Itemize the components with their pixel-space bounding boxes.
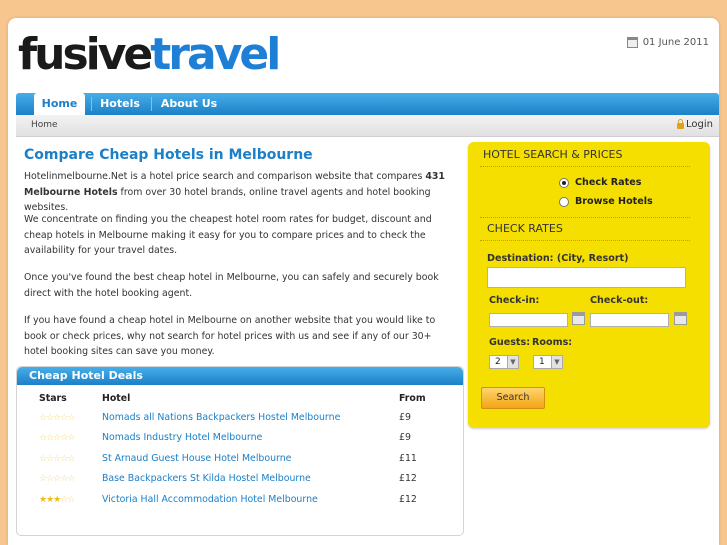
check-rates-title: CHECK RATES — [487, 222, 563, 235]
calendar-icon — [626, 37, 638, 48]
main-content: Compare Cheap Hotels in Melbourne Hoteli… — [24, 147, 456, 357]
divider — [480, 166, 690, 167]
chevron-down-icon: ▼ — [551, 356, 562, 368]
breadcrumb-bar: Home Login — [16, 115, 719, 137]
date-text: 01 June 2011 — [642, 37, 709, 48]
guests-select[interactable]: 2 ▼ — [489, 355, 519, 369]
column-header-stars: Stars — [39, 392, 67, 404]
star-icon: ★★★☆☆ — [39, 494, 75, 505]
star-icon: ☆☆☆☆☆ — [39, 433, 75, 444]
star-icon: ☆☆☆☆☆ — [39, 412, 75, 423]
column-header-from: From — [399, 392, 426, 404]
radio-browse-hotels[interactable]: Browse Hotels — [559, 196, 653, 207]
deals-title: Cheap Hotel Deals — [17, 367, 463, 385]
star-icon: ☆☆☆☆☆ — [39, 474, 75, 485]
chevron-down-icon: ▼ — [507, 356, 518, 368]
intro-text-a: Hotelinmelbourne.Net is a hotel price se… — [24, 171, 426, 182]
radio-unselected-icon[interactable] — [559, 196, 569, 207]
rooms-select[interactable]: 1 ▼ — [533, 355, 563, 369]
star-rating: ★★★☆☆ — [39, 489, 102, 510]
nav-about-us[interactable]: About Us — [159, 93, 219, 115]
star-rating: ☆☆☆☆☆ — [39, 448, 102, 469]
guests-label: Guests: — [489, 337, 531, 348]
destination-label: Destination: (City, Resort) — [487, 253, 629, 264]
nav-divider — [151, 97, 152, 111]
checkin-calendar-icon[interactable] — [572, 312, 585, 325]
hotel-link[interactable]: Base Backpackers St Kilda Hostel Melbour… — [102, 469, 399, 490]
intro-paragraph: Hotelinmelbourne.Net is a hotel price se… — [24, 169, 456, 216]
hotel-link[interactable]: St Arnaud Guest House Hotel Melbourne — [102, 448, 399, 469]
logo-text-part2: travel — [150, 29, 281, 80]
checkin-input[interactable] — [489, 313, 568, 327]
guests-value: 2 — [495, 357, 501, 367]
table-row: ★★★☆☆ Victoria Hall Accommodation Hotel M… — [39, 489, 439, 510]
hotel-link[interactable]: Nomads Industry Hotel Melbourne — [102, 428, 399, 449]
hotel-link[interactable]: Victoria Hall Accommodation Hotel Melbou… — [102, 489, 399, 510]
breadcrumb[interactable]: Home — [31, 120, 58, 130]
table-row: ☆☆☆☆☆ Nomads all Nations Backpackers Host… — [39, 407, 439, 428]
checkout-calendar-icon[interactable] — [674, 312, 687, 325]
hotel-price: £9 — [399, 432, 411, 444]
hotel-link[interactable]: Nomads all Nations Backpackers Hostel Me… — [102, 407, 399, 428]
login-link[interactable]: Login — [677, 119, 713, 130]
star-rating: ☆☆☆☆☆ — [39, 469, 102, 490]
destination-input[interactable] — [487, 267, 686, 288]
nav-hotels[interactable]: Hotels — [95, 93, 145, 115]
table-row: ☆☆☆☆☆ St Arnaud Guest House Hotel Melbour… — [39, 448, 439, 469]
divider — [480, 240, 690, 241]
radio-check-rates-label: Check Rates — [575, 177, 642, 188]
checkin-label: Check-in: — [489, 295, 540, 306]
divider — [480, 217, 690, 218]
rooms-label: Rooms: — [532, 337, 573, 348]
star-rating: ☆☆☆☆☆ — [39, 428, 102, 449]
star-rating: ☆☆☆☆☆ — [39, 407, 102, 428]
table-row: ☆☆☆☆☆ Base Backpackers St Kilda Hostel Me… — [39, 469, 439, 490]
table-row: ☆☆☆☆☆ Nomads Industry Hotel Melbourne £9 — [39, 428, 439, 449]
page-title: Compare Cheap Hotels in Melbourne — [24, 147, 313, 163]
checkout-label: Check-out: — [590, 295, 649, 306]
hotel-price: £11 — [399, 452, 417, 464]
radio-browse-hotels-label: Browse Hotels — [575, 196, 653, 207]
nav-divider — [91, 97, 92, 111]
table-header-row: Stars Hotel From — [39, 389, 439, 407]
lock-icon — [677, 119, 685, 129]
login-label: Login — [686, 119, 713, 130]
hotel-search-panel: HOTEL SEARCH & PRICES Check Rates Browse… — [468, 142, 710, 428]
radio-check-rates[interactable]: Check Rates — [559, 177, 641, 188]
checkout-input[interactable] — [590, 313, 669, 327]
main-nav: Home Hotels About Us — [16, 93, 719, 115]
logo-text-part1: fusive — [18, 29, 153, 80]
star-icon: ☆☆☆☆☆ — [39, 453, 75, 464]
radio-selected-icon[interactable] — [559, 177, 569, 188]
hotel-price: £12 — [399, 493, 417, 505]
nav-home[interactable]: Home — [34, 93, 85, 115]
search-button[interactable]: Search — [481, 387, 545, 409]
hotel-price: £12 — [399, 473, 417, 485]
column-header-hotel: Hotel — [102, 392, 131, 404]
hotel-price: £9 — [399, 411, 411, 423]
rooms-value: 1 — [539, 357, 545, 367]
paragraph-rates: We concentrate on finding you the cheape… — [24, 214, 432, 256]
paragraph-booking: Once you've found the best cheap hotel i… — [24, 272, 439, 299]
site-logo[interactable]: fusivetravel — [18, 29, 281, 80]
cheap-hotel-deals: Cheap Hotel Deals Stars Hotel From ☆☆☆☆☆… — [16, 366, 464, 536]
search-panel-title: HOTEL SEARCH & PRICES — [483, 148, 623, 161]
paragraph-compare: If you have found a cheap hotel in Melbo… — [24, 315, 436, 357]
date-display: 01 June 2011 — [626, 37, 709, 48]
deals-table: Stars Hotel From ☆☆☆☆☆ Nomads all Nations… — [39, 389, 439, 510]
